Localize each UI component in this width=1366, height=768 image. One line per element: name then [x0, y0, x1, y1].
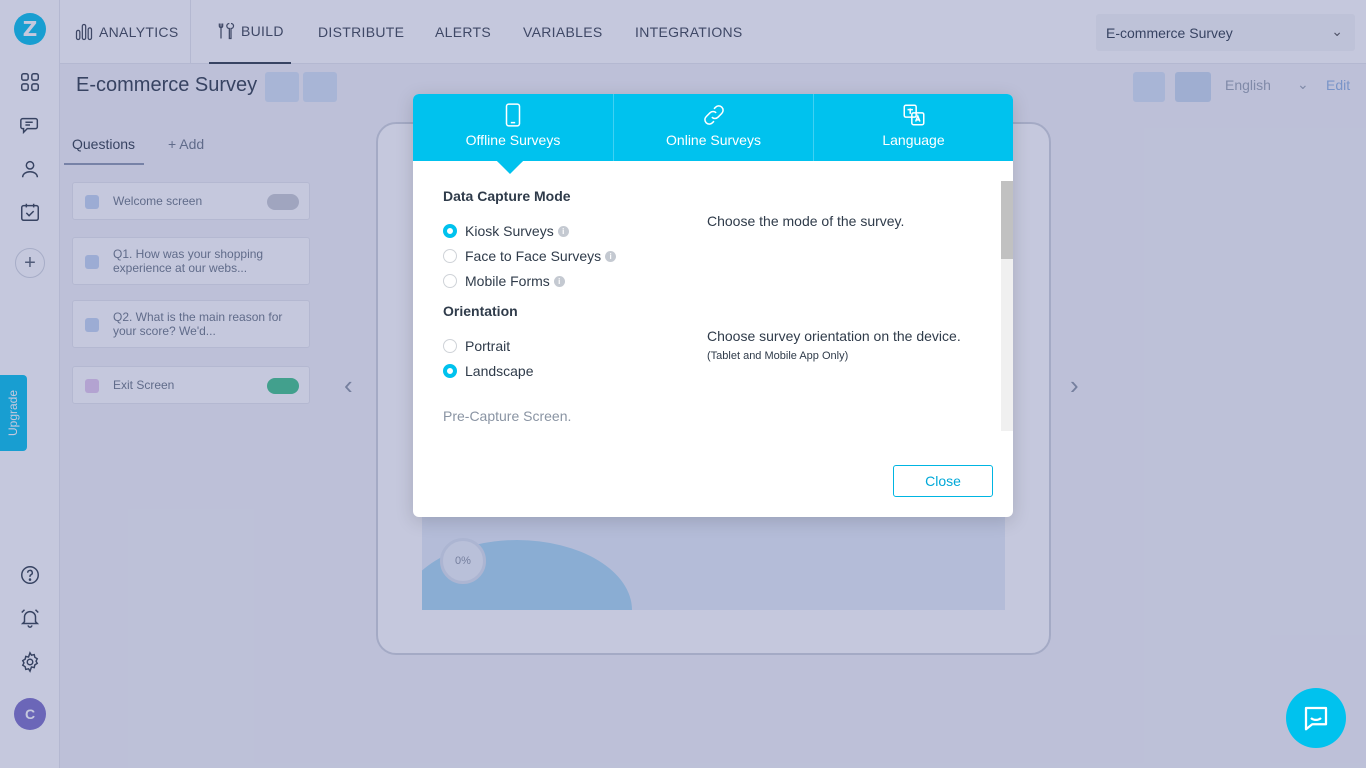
modal-tab-header: Offline Surveys Online Surveys Language — [413, 94, 1013, 173]
tab-label: Online Surveys — [666, 132, 761, 148]
orientation-description: Choose survey orientation on the device. — [707, 328, 961, 344]
chat-launcher-button[interactable] — [1286, 688, 1346, 748]
radio-mobile-forms[interactable]: Mobile Forms i — [443, 273, 565, 289]
survey-settings-modal: Offline Surveys Online Surveys Language … — [413, 94, 1013, 517]
radio-label: Face to Face Surveys — [465, 248, 602, 264]
info-icon[interactable]: i — [605, 250, 617, 262]
modal-scrollbar[interactable] — [1001, 181, 1013, 431]
radio-indicator[interactable] — [443, 274, 457, 288]
radio-label: Kiosk Surveys — [465, 223, 554, 239]
chat-bubble-icon — [1304, 706, 1328, 731]
close-button[interactable]: Close — [893, 465, 993, 497]
radio-indicator[interactable] — [443, 339, 457, 353]
translate-icon — [902, 104, 925, 126]
orientation-description-note: (Tablet and Mobile App Only) — [707, 350, 849, 362]
scrollbar-thumb[interactable] — [1001, 181, 1013, 259]
radio-indicator[interactable] — [443, 224, 457, 238]
radio-label: Landscape — [465, 363, 534, 379]
radio-face-to-face-surveys[interactable]: Face to Face Surveys i — [443, 248, 617, 264]
radio-label: Mobile Forms — [465, 273, 550, 289]
tab-offline-surveys[interactable]: Offline Surveys — [413, 94, 613, 173]
info-icon[interactable]: i — [553, 275, 565, 287]
radio-kiosk-surveys[interactable]: Kiosk Surveys i — [443, 223, 569, 239]
pre-capture-screen-label: Pre-Capture Screen. — [443, 408, 572, 424]
tab-label: Offline Surveys — [465, 132, 561, 148]
data-capture-mode-title: Data Capture Mode — [443, 188, 571, 204]
orientation-title: Orientation — [443, 303, 518, 319]
radio-portrait[interactable]: Portrait — [443, 338, 510, 354]
tab-label: Language — [882, 132, 945, 148]
tab-language[interactable]: Language — [813, 94, 1013, 161]
tab-online-surveys[interactable]: Online Surveys — [613, 94, 813, 161]
radio-label: Portrait — [465, 338, 511, 354]
radio-indicator[interactable] — [443, 249, 457, 263]
data-capture-description: Choose the mode of the survey. — [707, 213, 905, 229]
mobile-icon — [505, 103, 521, 127]
radio-landscape[interactable]: Landscape — [443, 363, 534, 379]
info-icon[interactable]: i — [557, 225, 569, 237]
link-icon — [703, 105, 724, 125]
radio-indicator[interactable] — [443, 364, 457, 378]
active-tab-pointer — [497, 161, 523, 174]
